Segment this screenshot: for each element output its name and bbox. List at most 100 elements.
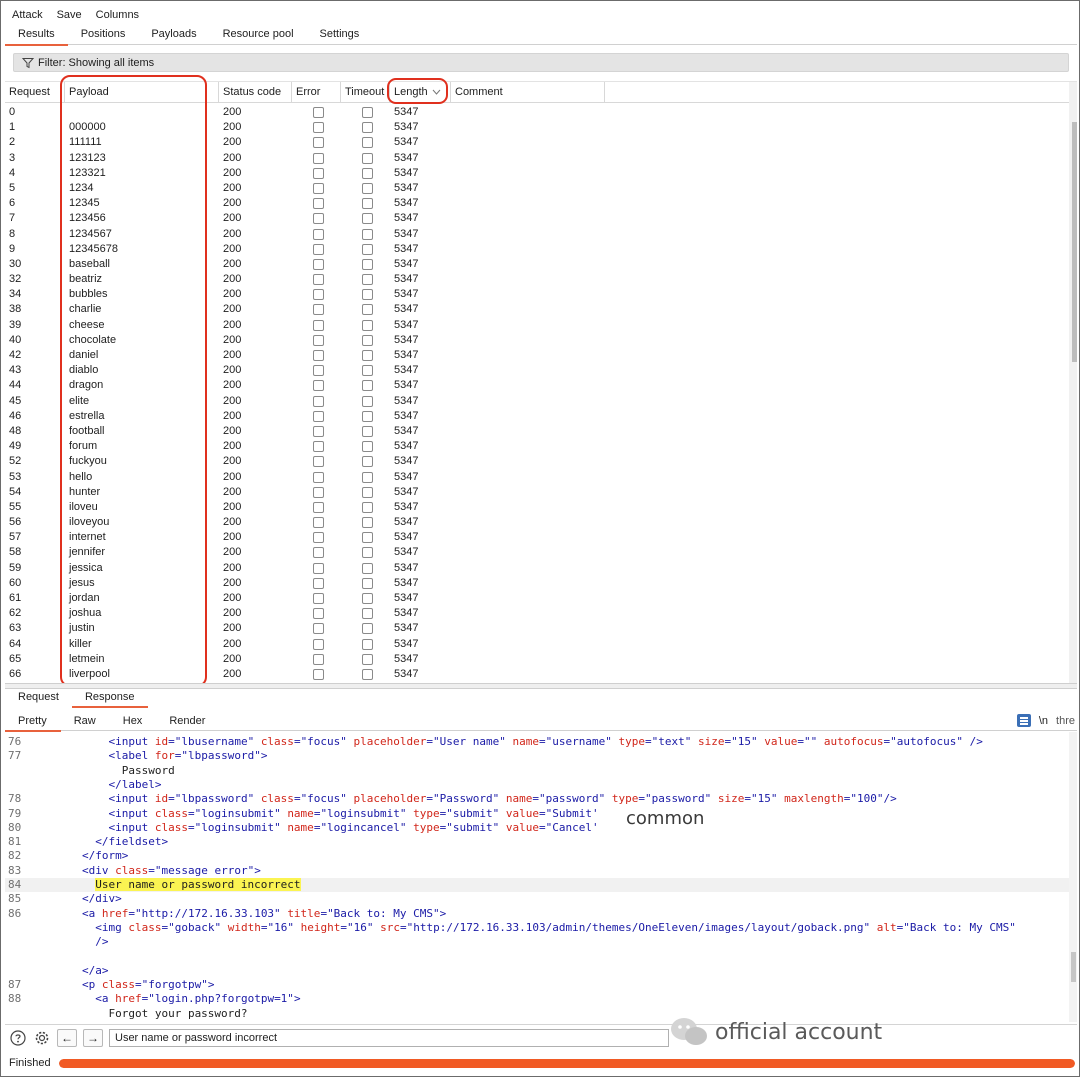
error-checkbox[interactable] <box>313 668 324 680</box>
table-row[interactable]: 34 bubbles 200 5347 <box>5 287 1077 302</box>
view-tab-hex[interactable]: Hex <box>110 712 157 731</box>
timeout-checkbox[interactable] <box>362 380 373 392</box>
error-checkbox[interactable] <box>313 395 324 407</box>
results-scrollbar[interactable] <box>1069 82 1077 683</box>
error-checkbox[interactable] <box>313 319 324 331</box>
timeout-checkbox[interactable] <box>362 532 373 544</box>
timeout-checkbox[interactable] <box>362 486 373 498</box>
table-row[interactable]: 53 hello 200 5347 <box>5 470 1077 485</box>
error-checkbox[interactable] <box>313 350 324 361</box>
column-header-error[interactable]: Error <box>292 82 341 103</box>
error-checkbox[interactable] <box>313 623 324 635</box>
tab-request[interactable]: Request <box>5 689 72 708</box>
table-row[interactable]: 46 estrella 200 5347 <box>5 409 1077 424</box>
error-checkbox[interactable] <box>313 137 324 149</box>
timeout-checkbox[interactable] <box>362 213 373 225</box>
timeout-checkbox[interactable] <box>362 228 373 240</box>
timeout-checkbox[interactable] <box>362 441 373 453</box>
table-row[interactable]: 49 forum 200 5347 <box>5 439 1077 454</box>
editor-scrollbar[interactable] <box>1069 732 1077 1022</box>
table-row[interactable]: 42 daniel 200 5347 <box>5 348 1077 363</box>
table-row[interactable]: 43 diablo 200 5347 <box>5 363 1077 378</box>
error-checkbox[interactable] <box>313 456 324 468</box>
error-checkbox[interactable] <box>313 425 324 437</box>
error-checkbox[interactable] <box>313 198 324 210</box>
timeout-checkbox[interactable] <box>362 638 373 650</box>
table-row[interactable]: 45 elite 200 5347 <box>5 394 1077 409</box>
error-checkbox[interactable] <box>313 517 324 529</box>
error-checkbox[interactable] <box>313 258 324 270</box>
error-checkbox[interactable] <box>313 213 324 225</box>
column-header-length[interactable]: Length <box>390 82 451 103</box>
error-checkbox[interactable] <box>313 289 324 301</box>
table-row[interactable]: 1 000000 200 5347 <box>5 120 1077 135</box>
table-row[interactable]: 2 111111 200 5347 <box>5 135 1077 150</box>
error-checkbox[interactable] <box>313 593 324 604</box>
error-checkbox[interactable] <box>313 152 324 164</box>
timeout-checkbox[interactable] <box>362 456 373 468</box>
menu-columns[interactable]: Columns <box>96 9 139 21</box>
column-header-comment[interactable]: Comment <box>451 82 605 103</box>
error-checkbox[interactable] <box>313 638 324 650</box>
view-tab-pretty[interactable]: Pretty <box>5 712 61 732</box>
tab-positions[interactable]: Positions <box>68 25 139 45</box>
table-row[interactable]: 57 internet 200 5347 <box>5 530 1077 545</box>
error-checkbox[interactable] <box>313 653 324 665</box>
error-checkbox[interactable] <box>313 410 324 422</box>
timeout-checkbox[interactable] <box>362 668 373 680</box>
tab-results[interactable]: Results <box>5 25 68 46</box>
timeout-checkbox[interactable] <box>362 304 373 316</box>
table-row[interactable]: 54 hunter 200 5347 <box>5 485 1077 500</box>
table-row[interactable]: 60 jesus 200 5347 <box>5 576 1077 591</box>
table-row[interactable]: 66 liverpool 200 5347 <box>5 667 1077 682</box>
table-row[interactable]: 32 beatriz 200 5347 <box>5 272 1077 287</box>
timeout-checkbox[interactable] <box>362 122 373 134</box>
timeout-checkbox[interactable] <box>362 274 373 286</box>
error-checkbox[interactable] <box>313 182 324 194</box>
table-row[interactable]: 9 12345678 200 5347 <box>5 242 1077 257</box>
table-row[interactable]: 6 12345 200 5347 <box>5 196 1077 211</box>
table-row[interactable]: 48 football 200 5347 <box>5 424 1077 439</box>
timeout-checkbox[interactable] <box>362 623 373 635</box>
menu-save[interactable]: Save <box>57 9 82 21</box>
help-icon[interactable] <box>9 1029 27 1047</box>
timeout-checkbox[interactable] <box>362 365 373 377</box>
timeout-checkbox[interactable] <box>362 471 373 483</box>
tab-settings[interactable]: Settings <box>307 25 373 45</box>
error-checkbox[interactable] <box>313 107 324 118</box>
timeout-checkbox[interactable] <box>362 608 373 620</box>
tab-resource-pool[interactable]: Resource pool <box>210 25 307 45</box>
table-row[interactable]: 56 iloveyou 200 5347 <box>5 515 1077 530</box>
table-row[interactable]: 62 joshua 200 5347 <box>5 606 1077 621</box>
search-input[interactable] <box>109 1028 669 1047</box>
table-row[interactable]: 52 fuckyou 200 5347 <box>5 454 1077 469</box>
table-row[interactable]: 55 iloveu 200 5347 <box>5 500 1077 515</box>
table-row[interactable]: 7 123456 200 5347 <box>5 211 1077 226</box>
error-checkbox[interactable] <box>313 486 324 498</box>
error-checkbox[interactable] <box>313 562 324 574</box>
wrap-lines-icon[interactable] <box>1016 714 1031 727</box>
timeout-checkbox[interactable] <box>362 562 373 574</box>
table-row[interactable]: 39 cheese 200 5347 <box>5 318 1077 333</box>
timeout-checkbox[interactable] <box>362 182 373 194</box>
timeout-checkbox[interactable] <box>362 243 373 255</box>
error-checkbox[interactable] <box>313 334 324 346</box>
newline-toggle[interactable]: \n <box>1039 715 1048 727</box>
table-row[interactable]: 63 justin 200 5347 <box>5 621 1077 636</box>
table-row[interactable]: 58 jennifer 200 5347 <box>5 545 1077 560</box>
table-row[interactable]: 3 123123 200 5347 <box>5 151 1077 166</box>
timeout-checkbox[interactable] <box>362 517 373 529</box>
error-checkbox[interactable] <box>313 167 324 179</box>
error-checkbox[interactable] <box>313 304 324 316</box>
timeout-checkbox[interactable] <box>362 350 373 361</box>
timeout-checkbox[interactable] <box>362 137 373 149</box>
table-row[interactable]: 4 123321 200 5347 <box>5 166 1077 181</box>
timeout-checkbox[interactable] <box>362 152 373 164</box>
error-checkbox[interactable] <box>313 243 324 255</box>
error-checkbox[interactable] <box>313 441 324 453</box>
timeout-checkbox[interactable] <box>362 319 373 331</box>
error-checkbox[interactable] <box>313 577 324 589</box>
column-header-status-code[interactable]: Status code <box>219 82 292 103</box>
table-row[interactable]: 44 dragon 200 5347 <box>5 378 1077 393</box>
table-row[interactable]: 65 letmein 200 5347 <box>5 652 1077 667</box>
